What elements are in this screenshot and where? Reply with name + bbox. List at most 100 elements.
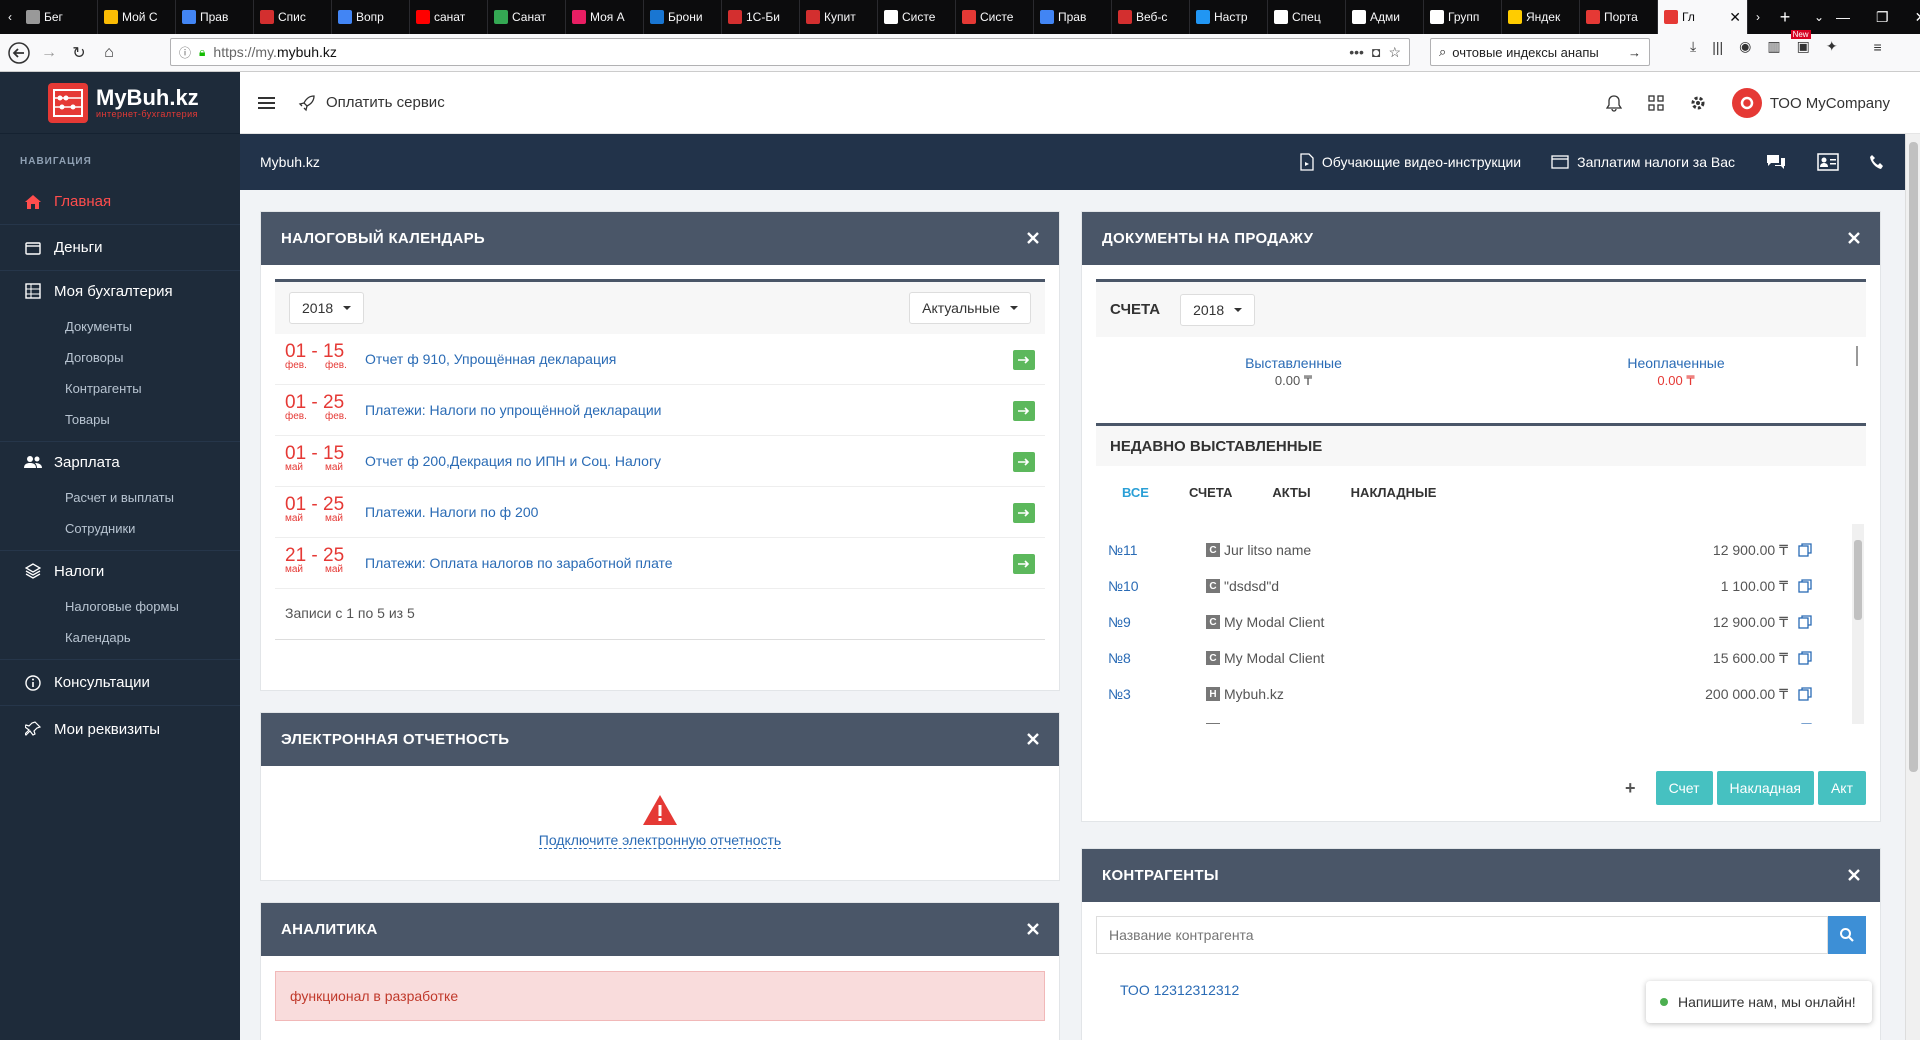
search-go-icon[interactable]: →	[1628, 45, 1641, 60]
back-icon[interactable]	[4, 38, 34, 68]
doc-number[interactable]: №11	[1096, 542, 1206, 558]
sidebar-item-taxes[interactable]: Налоги	[0, 551, 240, 591]
logo[interactable]: MyBuh.kz интернет-бухгалтерия	[0, 72, 240, 134]
bell-icon[interactable]	[1605, 94, 1622, 112]
tax-event-link[interactable]: Платежи: Оплата налогов по заработной пл…	[365, 555, 673, 571]
browser-tab[interactable]: Бег	[20, 0, 98, 34]
recent-doc-row[interactable]: №3 Н Mybuh.kz 200 000.00 ₸	[1096, 676, 1866, 712]
doc-number[interactable]: №10	[1096, 578, 1206, 594]
minimize-icon[interactable]: —	[1836, 9, 1850, 26]
copy-icon[interactable]	[1798, 615, 1812, 629]
url-bar[interactable]: ⓘ 🔒︎ https://my.mybuh.kz ••• ◘ ☆	[170, 38, 1410, 66]
copy-icon[interactable]	[1798, 651, 1812, 665]
sidebar-sub-contracts[interactable]: Договоры	[0, 342, 240, 373]
invoices-year-dropdown[interactable]: 2018	[1180, 293, 1256, 326]
browser-tab[interactable]: Купит	[800, 0, 878, 34]
online-chat-widget[interactable]: Напишите нам, мы онлайн!	[1646, 981, 1872, 1023]
company-avatar[interactable]	[1731, 88, 1762, 118]
connect-e-report-link[interactable]: Подключите электронную отчетность	[538, 832, 782, 849]
doc-number[interactable]: №2	[1096, 722, 1206, 724]
issued-stat[interactable]: Выставленные 0.00 ₸	[1096, 355, 1491, 389]
pay-taxes-link[interactable]: Заплатим налоги за Вас	[1551, 154, 1735, 170]
create-act-button[interactable]: Акт	[1817, 771, 1866, 805]
browser-tab[interactable]: санат	[410, 0, 488, 34]
extension-icon[interactable]: ◉	[1739, 38, 1751, 55]
browser-tab[interactable]: Систе	[878, 0, 956, 34]
doc-number[interactable]: №9	[1096, 614, 1206, 630]
home-icon[interactable]: ⌂	[94, 38, 124, 68]
browser-tab[interactable]: Прав	[1034, 0, 1112, 34]
sidebar-item-requisites[interactable]: Мои реквизиты	[0, 706, 240, 752]
close-icon[interactable]	[1846, 867, 1862, 883]
hamburger-icon[interactable]	[258, 96, 276, 110]
browser-tab[interactable]: Санат	[488, 0, 566, 34]
go-button[interactable]	[1013, 452, 1035, 472]
recent-tab[interactable]: АКТЫ	[1252, 485, 1330, 500]
tax-event-link[interactable]: Платежи: Налоги по упрощённой декларации	[365, 402, 661, 418]
browser-tab[interactable]: Яндек	[1502, 0, 1580, 34]
copy-icon[interactable]	[1798, 543, 1812, 557]
browser-tab[interactable]: Адми	[1346, 0, 1424, 34]
doc-number[interactable]: №8	[1096, 650, 1206, 666]
company-name[interactable]: ТОО MyCompany	[1770, 95, 1890, 112]
recent-list-scrollbar[interactable]	[1852, 524, 1864, 724]
addon-icon[interactable]: ✦	[1826, 38, 1838, 55]
counterparty-search-button[interactable]	[1828, 916, 1866, 954]
sidebar-sub-goods[interactable]: Товары	[0, 404, 240, 435]
go-button[interactable]	[1013, 401, 1035, 421]
browser-tab[interactable]: Моя А	[566, 0, 644, 34]
chat-bubbles-icon[interactable]	[1765, 153, 1787, 171]
window-close-icon[interactable]: ✕	[1915, 9, 1920, 26]
recent-doc-row[interactable]: №8 С My Modal Client 15 600.00 ₸	[1096, 640, 1866, 676]
year-dropdown[interactable]: 2018	[289, 292, 365, 324]
browser-tab[interactable]: Порта	[1580, 0, 1658, 34]
sidebar-item-consult[interactable]: Консультации	[0, 660, 240, 706]
menu-icon[interactable]: ≡	[1874, 39, 1882, 55]
contact-card-icon[interactable]	[1817, 153, 1839, 171]
sidebar-sub-calendar[interactable]: Календарь	[0, 622, 240, 653]
sidebar-toggle-icon[interactable]: ▥	[1767, 38, 1780, 55]
filter-dropdown[interactable]: Актуальные	[909, 292, 1031, 324]
page-actions-icon[interactable]: •••	[1349, 44, 1364, 60]
bookmark-star-icon[interactable]: ☆	[1388, 44, 1401, 61]
browser-tab[interactable]: Прав	[176, 0, 254, 34]
close-icon[interactable]	[1025, 731, 1041, 747]
browser-tab[interactable]: Систе	[956, 0, 1034, 34]
browser-tab[interactable]: Спис	[254, 0, 332, 34]
create-invoice-button[interactable]: Счет	[1655, 771, 1713, 805]
recent-tab[interactable]: ВСЕ	[1102, 485, 1169, 500]
browser-tab[interactable]: Настр	[1190, 0, 1268, 34]
browser-tab[interactable]: Брони	[644, 0, 722, 34]
pay-service-button[interactable]: Оплатить сервис	[298, 94, 445, 112]
sidebar-item-money[interactable]: Деньги	[0, 225, 240, 271]
sidebar-item-salary[interactable]: Зарплата	[0, 442, 240, 482]
recent-tab[interactable]: НАКЛАДНЫЕ	[1331, 485, 1457, 500]
recent-list-scrollbar-thumb[interactable]	[1854, 540, 1862, 620]
copy-icon[interactable]	[1798, 723, 1812, 724]
library-icon[interactable]: |||	[1712, 39, 1723, 55]
sidebar-item-accounting[interactable]: Моя бухгалтерия	[0, 271, 240, 311]
go-button[interactable]	[1013, 350, 1035, 370]
browser-tab[interactable]: Гл ✕	[1658, 0, 1748, 34]
page-scrollbar-thumb[interactable]	[1909, 142, 1918, 772]
browser-tab[interactable]: Вопр	[332, 0, 410, 34]
sidebar-item-home[interactable]: Главная	[0, 179, 240, 225]
recent-doc-row[interactable]: №9 С My Modal Client 12 900.00 ₸	[1096, 604, 1866, 640]
reload-icon[interactable]: ↻	[64, 38, 94, 68]
close-icon[interactable]	[1846, 230, 1862, 246]
tax-event-link[interactable]: Отчет ф 200,Декрация по ИПН и Соц. Налог…	[365, 453, 661, 469]
copy-icon[interactable]	[1798, 579, 1812, 593]
breadcrumb-brand[interactable]: Mybuh.kz	[260, 154, 320, 170]
new-tab-icon[interactable]: +	[1768, 7, 1802, 28]
unpaid-stat[interactable]: Неоплаченные 0.00 ₸	[1491, 355, 1861, 389]
pocket-icon[interactable]: ◘	[1372, 44, 1380, 60]
page-scrollbar[interactable]	[1905, 134, 1920, 1040]
gear-icon[interactable]	[1690, 95, 1706, 111]
sidebar-sub-payroll[interactable]: Расчет и выплаты	[0, 482, 240, 513]
copy-icon[interactable]	[1798, 687, 1812, 701]
maximize-icon[interactable]: ❐	[1876, 9, 1889, 26]
recent-doc-row[interactable]: №2Н Mybuh.kz 200 000.00 ₸	[1096, 712, 1866, 724]
tab-close-icon[interactable]: ✕	[1729, 9, 1741, 26]
recent-tab[interactable]: СЧЕТА	[1169, 485, 1252, 500]
downloads-icon[interactable]: ⤓	[1690, 38, 1696, 55]
